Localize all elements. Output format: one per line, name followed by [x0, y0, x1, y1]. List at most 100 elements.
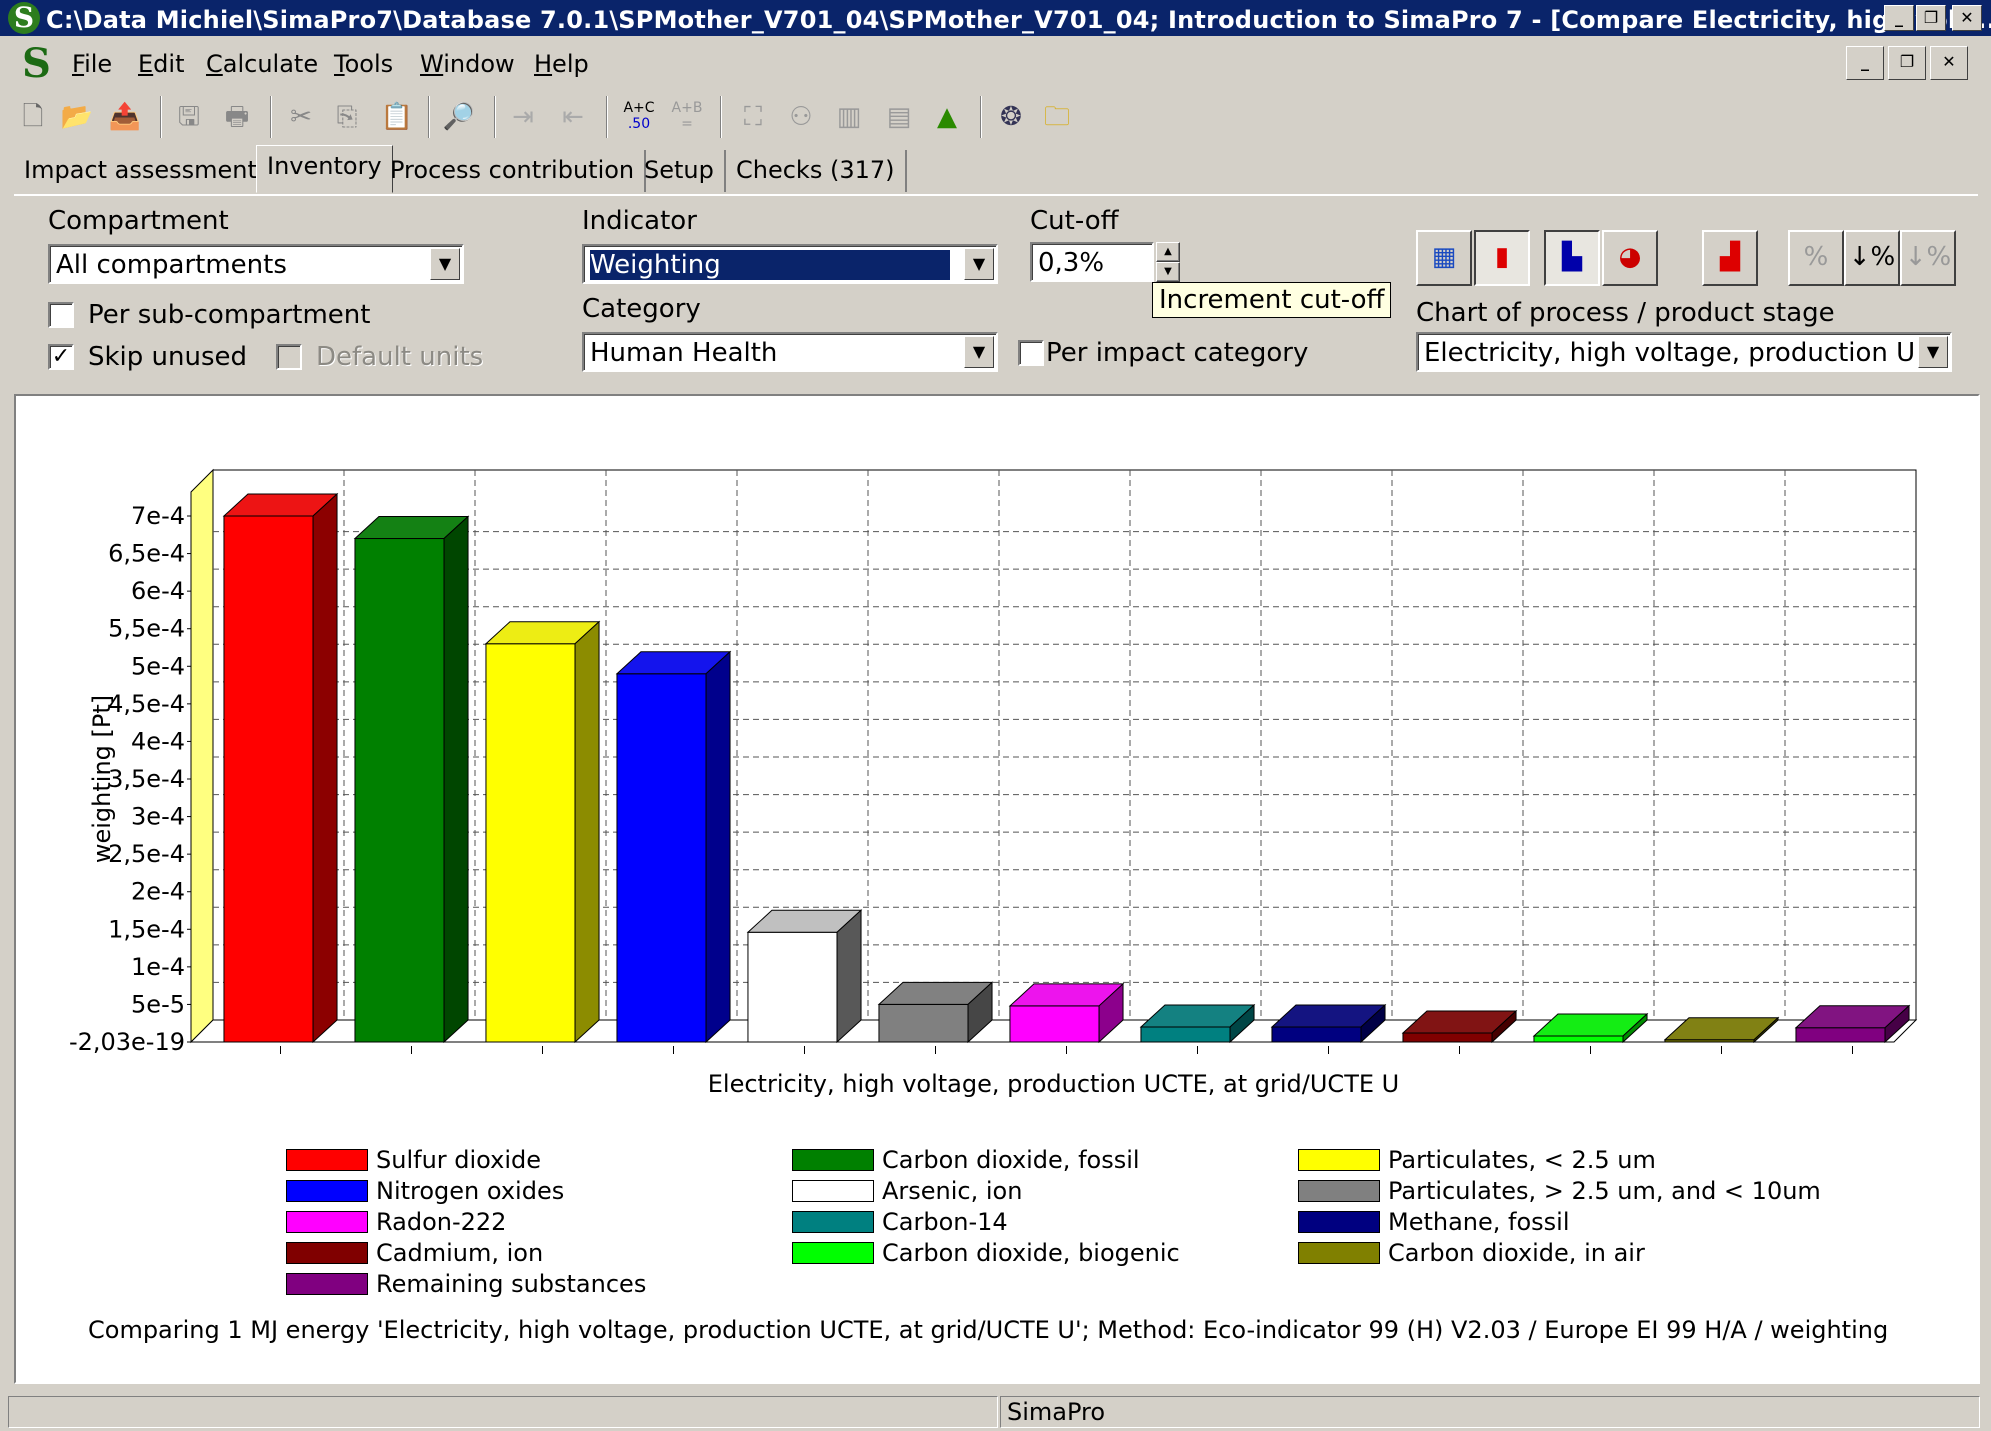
percent-button[interactable]: %: [1788, 230, 1844, 286]
chart-pane: 7e-4 6,5e-4 6e-4 5,5e-4 5e-4 4,5e-4 4e-4 3,5e-4…: [14, 394, 1980, 1384]
folder-icon[interactable]: 🗀: [1040, 100, 1074, 134]
new-icon[interactable]: 🗋: [16, 100, 50, 134]
legend-swatch: [1298, 1242, 1380, 1264]
legend-label: Particulates, < 2.5 um: [1388, 1146, 1656, 1174]
legend-swatch: [1298, 1180, 1380, 1202]
bar-view-button[interactable]: ▮: [1474, 230, 1530, 286]
tab-impact-assessment[interactable]: Impact assessment: [14, 150, 269, 192]
per-subcompartment-checkbox[interactable]: [48, 302, 74, 328]
menu-window[interactable]: Window: [420, 50, 515, 78]
chart-of-select[interactable]: Electricity, high voltage, production UC…: [1416, 332, 1952, 372]
compartment-select[interactable]: All compartments ▼: [48, 244, 464, 284]
chevron-down-icon[interactable]: ▼: [430, 248, 460, 280]
cutoff-label: Cut-off: [1030, 206, 1119, 236]
paste-icon[interactable]: 📋: [380, 100, 414, 134]
bar-side: [836, 909, 862, 1044]
indent-icon[interactable]: ⇥: [506, 100, 540, 134]
menu-bar: S File Edit Calculate Tools Window Help …: [0, 36, 1991, 87]
toolbar: 🗋 📂 📤 🖫 🖶 ✂ ⎘ 📋 🔎 ⇥ ⇤ A+C .50 A+B = ⛶ ⚇ ▥ …: [0, 84, 1991, 146]
x-axis-label: Electricity, high voltage, production UC…: [708, 1070, 1399, 1098]
y-tick-label: 6e-4: [131, 577, 185, 605]
legend-label: Radon-222: [376, 1208, 507, 1236]
status-bar: SimaPro: [0, 1392, 1991, 1431]
tree-icon[interactable]: ⚇: [784, 100, 818, 134]
category-select[interactable]: Human Health ▼: [582, 332, 998, 372]
legend-swatch: [286, 1180, 368, 1202]
chart-left-wall: [190, 468, 214, 1044]
sort-percent-alt-button[interactable]: ↓%: [1900, 230, 1956, 286]
open-icon[interactable]: 📂: [60, 100, 94, 134]
chevron-down-icon[interactable]: ▼: [1156, 262, 1180, 282]
stacked-chart-icon[interactable]: ▤: [882, 100, 916, 134]
stacked-chart-button[interactable]: ▟: [1702, 230, 1758, 286]
simapro-logo-icon: S: [8, 2, 40, 34]
skip-unused-checkbox[interactable]: ✓: [48, 344, 74, 370]
network-icon[interactable]: ⛶: [736, 100, 770, 134]
chevron-down-icon[interactable]: ▼: [964, 248, 994, 280]
document-logo-icon[interactable]: S: [22, 40, 51, 87]
bar-chart-icon[interactable]: ▥: [832, 100, 866, 134]
bar-side: [705, 650, 731, 1044]
per-impact-category-label: Per impact category: [1046, 338, 1309, 368]
tab-process-contribution[interactable]: Process contribution: [380, 150, 647, 192]
compare-b-icon[interactable]: A+B =: [670, 100, 704, 134]
bar-front: [1402, 1032, 1493, 1043]
print-icon[interactable]: 🖶: [220, 100, 254, 134]
save-icon[interactable]: 🖫: [172, 100, 206, 134]
chevron-down-icon[interactable]: ▼: [1918, 336, 1948, 368]
cutoff-input[interactable]: 0,3%: [1030, 242, 1154, 282]
pie-chart-button[interactable]: ◕: [1602, 230, 1658, 286]
table-view-button[interactable]: ▦: [1416, 230, 1472, 286]
y-tick-label: 2e-4: [131, 878, 185, 906]
legend-swatch: [286, 1149, 368, 1171]
cut-icon[interactable]: ✂: [284, 100, 318, 134]
legend-label: Arsenic, ion: [882, 1177, 1023, 1205]
tab-inventory[interactable]: Inventory: [256, 145, 393, 193]
outdent-icon[interactable]: ⇤: [556, 100, 590, 134]
menu-tools[interactable]: Tools: [334, 50, 393, 78]
skip-unused-label: Skip unused: [88, 342, 248, 372]
indicator-select[interactable]: Weighting ▼: [582, 244, 998, 284]
bar-chart-button[interactable]: ▙: [1544, 230, 1600, 286]
tab-checks[interactable]: Checks (317): [726, 150, 907, 192]
y-tick-label: 2,5e-4: [108, 840, 185, 868]
legend-swatch: [792, 1211, 874, 1233]
legend-label: Nitrogen oxides: [376, 1177, 565, 1205]
legend-label: Carbon-14: [882, 1208, 1008, 1236]
copy-icon[interactable]: ⎘: [330, 100, 364, 134]
child-restore-button[interactable]: ❐: [1888, 46, 1926, 80]
y-tick-label: 5e-4: [131, 652, 185, 680]
legend-swatch: [286, 1242, 368, 1264]
bar-side: [312, 492, 338, 1044]
bar-side: [574, 620, 600, 1044]
menu-edit[interactable]: Edit: [138, 50, 184, 78]
child-minimize-button[interactable]: _: [1846, 46, 1884, 80]
bar-front: [223, 515, 314, 1043]
menu-file[interactable]: File: [72, 50, 112, 78]
import-icon[interactable]: 📤: [108, 100, 142, 134]
bar-front: [1140, 1026, 1231, 1043]
y-tick-label: 3e-4: [131, 803, 185, 831]
legend-label: Sulfur dioxide: [376, 1146, 541, 1174]
restore-button[interactable]: ❐: [1916, 5, 1946, 31]
chevron-down-icon[interactable]: ▼: [964, 336, 994, 368]
window-title: C:\Data Michiel\SimaPro7\Database 7.0.1\…: [46, 6, 1991, 34]
menu-help[interactable]: Help: [534, 50, 589, 78]
child-close-button[interactable]: ✕: [1930, 46, 1968, 80]
single-score-icon[interactable]: ▲: [930, 100, 964, 134]
minimize-button[interactable]: _: [1884, 5, 1914, 31]
menu-calculate[interactable]: Calculate: [206, 50, 318, 78]
info-icon[interactable]: ❂: [994, 100, 1028, 134]
close-button[interactable]: ✕: [1952, 5, 1982, 31]
compare-icon[interactable]: A+C .50: [622, 100, 656, 134]
chevron-up-icon[interactable]: ▲: [1156, 242, 1180, 262]
tab-setup[interactable]: Setup: [634, 150, 726, 192]
bar-front: [1009, 1005, 1100, 1043]
legend-label: Cadmium, ion: [376, 1239, 544, 1267]
legend-swatch: [286, 1273, 368, 1295]
find-icon[interactable]: 🔎: [442, 100, 476, 134]
cutoff-spinner[interactable]: ▲ ▼: [1156, 242, 1180, 282]
legend-swatch: [792, 1180, 874, 1202]
per-impact-category-checkbox[interactable]: [1018, 340, 1044, 366]
sort-percent-button[interactable]: ↓%: [1844, 230, 1900, 286]
